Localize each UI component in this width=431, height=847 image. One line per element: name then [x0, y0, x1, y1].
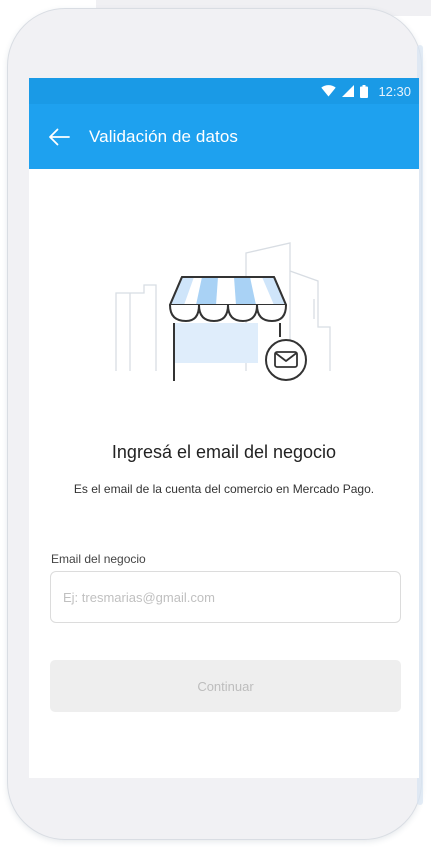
continue-button[interactable]: Continuar — [50, 660, 401, 712]
signal-icon — [342, 85, 355, 97]
subtext: Es el email de la cuenta del comercio en… — [73, 482, 375, 496]
email-field[interactable] — [51, 572, 400, 622]
status-icons: 12:30 — [321, 83, 411, 99]
status-time: 12:30 — [378, 83, 411, 99]
battery-icon — [360, 84, 369, 98]
continue-button-label: Continuar — [197, 678, 254, 694]
heading: Ingresá el email del negocio — [111, 442, 337, 462]
arrow-left-icon — [49, 128, 70, 145]
wifi-icon — [321, 85, 337, 97]
back-button[interactable] — [39, 117, 79, 157]
phone-screen: 12:30 Validación de datos Ingresá el ema… — [29, 78, 419, 778]
app-bar: Validación de datos — [29, 104, 419, 169]
stage: 12:30 Validación de datos Ingresá el ema… — [0, 0, 431, 847]
email-field-container — [50, 571, 401, 623]
status-bar: 12:30 — [29, 78, 419, 104]
email-label: Email del negocio — [51, 552, 146, 566]
store-with-email-icon — [115, 242, 331, 381]
page-title: Validación de datos — [89, 126, 239, 146]
